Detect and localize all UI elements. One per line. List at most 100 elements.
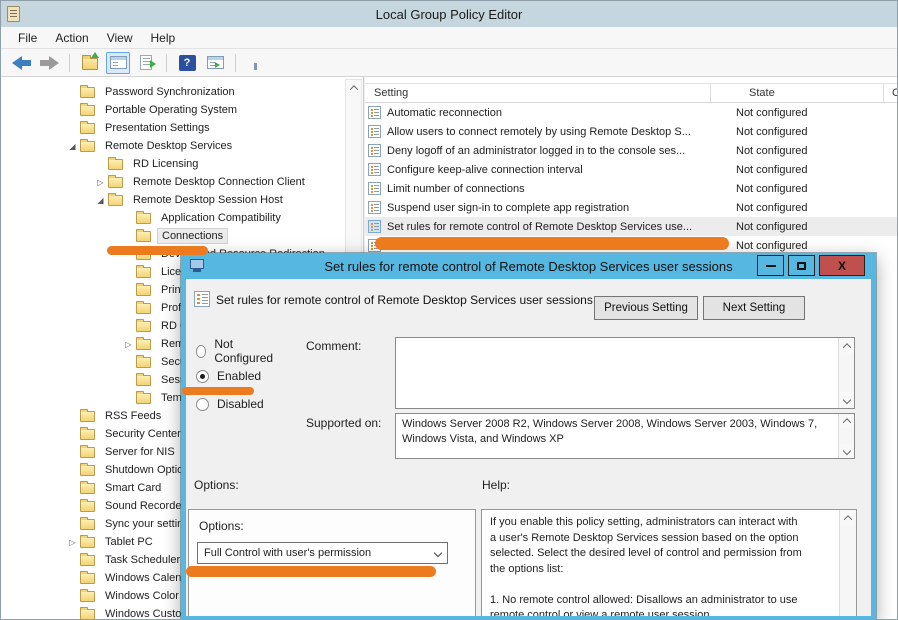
radio-not-configured[interactable]: Not Configured [196, 337, 276, 365]
minimize-button[interactable] [757, 255, 784, 276]
help-button[interactable]: ? [175, 52, 199, 74]
filter-button[interactable] [244, 52, 268, 74]
policy-doc-icon [368, 163, 381, 176]
folder-icon [80, 519, 95, 530]
radio-circle-icon[interactable] [196, 370, 209, 383]
tree-item-label: RD Licensing [129, 157, 202, 171]
tree-item[interactable]: ▷Remote Desktop Connection Client [1, 173, 363, 191]
back-button[interactable] [9, 52, 33, 74]
tree-item-label: Connections [157, 228, 228, 244]
tree-item[interactable]: Portable Operating System [1, 101, 363, 119]
setting-state: Not configured [711, 202, 884, 214]
scroll-up-button[interactable] [839, 338, 854, 354]
setting-row[interactable]: Set rules for remote control of Remote D… [365, 217, 897, 236]
menu-view[interactable]: View [98, 29, 142, 47]
help-scrollbar[interactable] [839, 510, 856, 616]
toolbar: ? [1, 49, 897, 77]
setting-row[interactable]: Configure keep-alive connection interval… [365, 160, 897, 179]
expand-arrow-icon[interactable]: ▷ [65, 538, 80, 547]
toolbar-separator [235, 54, 236, 72]
folder-icon [80, 447, 95, 458]
menu-action[interactable]: Action [46, 29, 97, 47]
scroll-down-button[interactable] [839, 392, 854, 408]
supported-on-value: Windows Server 2008 R2, Windows Server 2… [396, 414, 837, 458]
previous-setting-button[interactable]: Previous Setting [594, 296, 698, 320]
menu-help[interactable]: Help [142, 29, 185, 47]
chevron-up-icon [842, 343, 850, 351]
folder-icon [80, 123, 95, 134]
scroll-up-button[interactable] [839, 414, 854, 428]
tree-item[interactable]: Password Synchronization [1, 83, 363, 101]
tree-item-label: Smart Card [101, 481, 165, 495]
setting-row[interactable]: Deny logoff of an administrator logged i… [365, 141, 897, 160]
radio-label: Enabled [217, 369, 261, 383]
setting-state: Not configured [711, 240, 884, 252]
collapse-arrow-icon[interactable]: ◢ [65, 142, 80, 151]
folder-icon [80, 573, 95, 584]
help-panel: If you enable this policy setting, admin… [481, 509, 857, 616]
scroll-up-button[interactable] [840, 510, 855, 526]
setting-state: Not configured [711, 164, 884, 176]
dialog-window-buttons: X [757, 255, 865, 276]
help-icon: ? [179, 55, 196, 71]
radio-circle-icon[interactable] [196, 345, 206, 358]
column-header-state[interactable]: State [711, 84, 884, 102]
dropdown-selected-value: Full Control with user's permission [204, 547, 371, 559]
radio-label: Not Configured [214, 337, 275, 365]
comment-textarea[interactable] [395, 337, 855, 409]
radio-disabled[interactable]: Disabled [196, 397, 264, 411]
tree-item[interactable]: Presentation Settings [1, 119, 363, 137]
scroll-down-button[interactable] [839, 444, 854, 458]
expand-arrow-icon[interactable]: ▷ [93, 178, 108, 187]
maximize-icon [797, 262, 806, 270]
export-list-button[interactable] [134, 52, 158, 74]
tree-item[interactable]: RD Licensing [1, 155, 363, 173]
dialog-policy-name: Set rules for remote control of Remote D… [216, 293, 593, 307]
folder-icon [136, 357, 151, 368]
column-header-setting[interactable]: Setting [365, 84, 711, 102]
folder-icon [80, 537, 95, 548]
options-section-label: Options: [194, 478, 239, 492]
remote-control-level-dropdown[interactable]: Full Control with user's permission [197, 542, 448, 564]
tree-item[interactable]: ◢Remote Desktop Session Host [1, 191, 363, 209]
folder-up-icon [82, 58, 98, 70]
expand-arrow-icon[interactable]: ▷ [121, 340, 136, 349]
menu-file[interactable]: File [9, 29, 46, 47]
show-console-tree-button[interactable] [106, 52, 130, 74]
radio-circle-icon[interactable] [196, 398, 209, 411]
setting-name: Set rules for remote control of Remote D… [387, 221, 711, 233]
show-window-button[interactable] [203, 52, 227, 74]
back-arrow-icon [12, 56, 31, 70]
setting-row[interactable]: Limit number of connectionsNot configure… [365, 179, 897, 198]
folder-icon [80, 555, 95, 566]
folder-icon [80, 429, 95, 440]
annotation-highlight-list-row [375, 237, 729, 250]
radio-enabled[interactable]: Enabled [196, 369, 261, 383]
close-button[interactable]: X [819, 255, 865, 276]
tree-item-label: Server for NIS [101, 445, 179, 459]
scroll-up-button[interactable] [346, 80, 361, 96]
folder-icon [80, 87, 95, 98]
collapse-arrow-icon[interactable]: ◢ [93, 196, 108, 205]
help-text: If you enable this policy setting, admin… [482, 510, 838, 616]
forward-button[interactable] [37, 52, 61, 74]
comment-scrollbar[interactable] [838, 338, 854, 408]
folder-icon [136, 231, 151, 242]
tree-item[interactable]: ◢Remote Desktop Services [1, 137, 363, 155]
policy-doc-icon [368, 201, 381, 214]
setting-row[interactable]: Automatic reconnectionNot configured [365, 103, 897, 122]
tree-item[interactable]: Connections [1, 227, 363, 245]
maximize-button[interactable] [788, 255, 815, 276]
setting-row[interactable]: Allow users to connect remotely by using… [365, 122, 897, 141]
next-setting-button[interactable]: Next Setting [703, 296, 805, 320]
setting-row[interactable]: Suspend user sign-in to complete app reg… [365, 198, 897, 217]
up-one-level-button[interactable] [78, 52, 102, 74]
folder-icon [108, 195, 123, 206]
setting-name: Deny logoff of an administrator logged i… [387, 145, 711, 157]
column-header-comment[interactable]: Comment [884, 84, 897, 102]
gpedit-scroll-icon [7, 6, 20, 22]
tree-item[interactable]: Application Compatibility [1, 209, 363, 227]
policy-doc-icon [368, 144, 381, 157]
supported-scrollbar[interactable] [838, 414, 854, 458]
tree-item-label: Portable Operating System [101, 103, 241, 117]
